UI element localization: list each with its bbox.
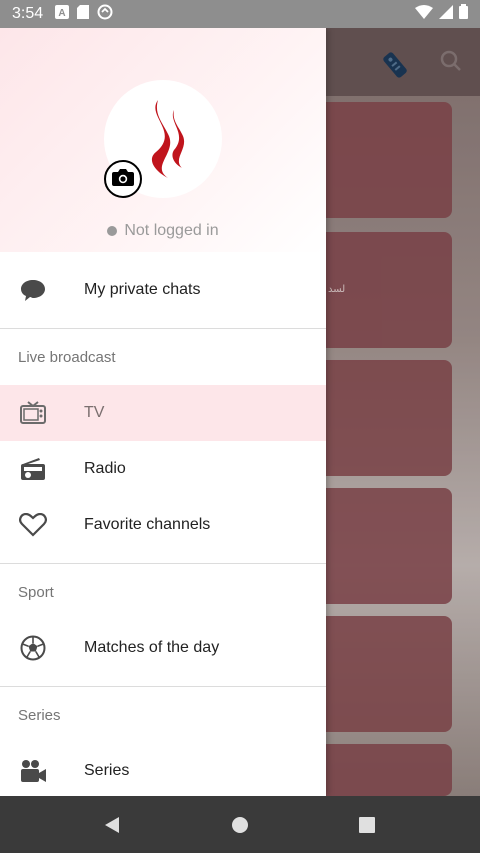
recents-square-icon <box>358 816 375 833</box>
menu-item-label: Matches of the day <box>84 639 220 656</box>
recents-button[interactable] <box>355 813 379 837</box>
tv-icon <box>18 398 48 428</box>
status-dot <box>107 226 118 236</box>
chat-bubble-icon <box>18 275 48 305</box>
video-camera-icon <box>18 756 48 786</box>
soccer-ball-icon <box>18 633 48 663</box>
menu-item-favorites[interactable]: Favorite channels <box>0 497 326 553</box>
sd-card-icon <box>77 4 90 24</box>
menu-item-series[interactable]: Series <box>0 743 326 796</box>
wifi-icon <box>415 4 433 24</box>
menu-item-label: Radio <box>84 460 126 477</box>
notification-a-icon: A <box>55 4 70 24</box>
camera-icon <box>112 168 134 191</box>
login-status: Not logged in <box>0 222 326 240</box>
svg-text:A: A <box>59 8 66 19</box>
home-button[interactable] <box>228 813 252 837</box>
login-status-text: Not logged in <box>124 222 219 239</box>
home-circle-icon <box>231 816 248 833</box>
sync-icon <box>97 4 113 25</box>
section-title-live: Live broadcast <box>18 348 116 366</box>
menu-item-matches[interactable]: Matches of the day <box>0 620 326 676</box>
section-title-series: Series <box>18 706 61 724</box>
menu-item-label: TV <box>84 404 105 421</box>
menu-item-radio[interactable]: Radio <box>0 441 326 497</box>
battery-icon <box>459 4 468 24</box>
menu-item-private-chats[interactable]: My private chats <box>0 262 326 318</box>
drawer-header: Not logged in <box>0 28 326 252</box>
status-time: 3:54 <box>12 5 44 22</box>
change-photo-button[interactable] <box>104 160 142 198</box>
status-icons-left: A <box>55 4 113 25</box>
radio-icon <box>18 454 48 484</box>
signal-icon <box>439 4 453 24</box>
section-title-sport: Sport <box>18 583 54 601</box>
system-navigation-bar <box>0 796 480 853</box>
status-bar: 3:54 A <box>0 0 480 28</box>
menu-item-label: My private chats <box>84 281 201 298</box>
heart-icon <box>18 510 48 540</box>
back-button[interactable] <box>101 813 125 837</box>
status-icons-right <box>415 4 468 24</box>
navigation-drawer: Not logged in My private chats Live broa… <box>0 28 326 796</box>
menu-item-label: Favorite channels <box>84 516 211 533</box>
menu-item-label: Series <box>84 762 130 779</box>
menu-item-tv[interactable]: TV <box>0 385 326 441</box>
drawer-scrim[interactable] <box>326 28 480 796</box>
back-triangle-icon <box>105 816 120 833</box>
